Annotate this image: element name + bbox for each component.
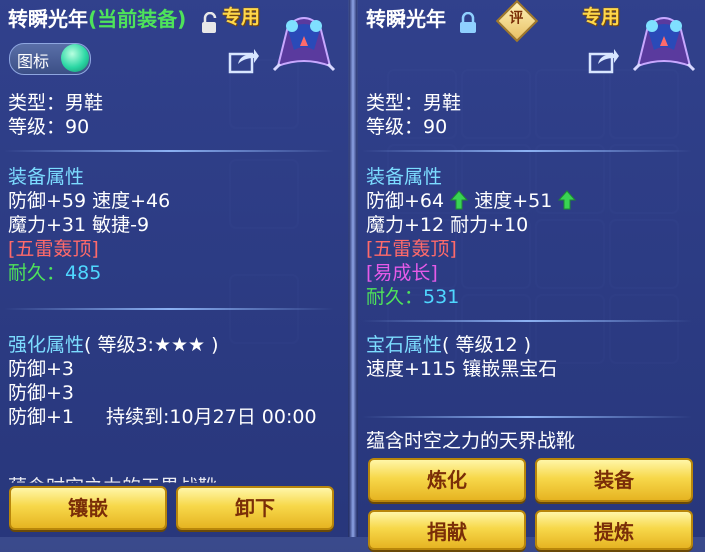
attr-line-1: 防御+59 速度+46: [8, 190, 171, 212]
up-arrow-icon: [450, 190, 469, 210]
divider: [4, 308, 334, 310]
donate-button[interactable]: 捐献: [368, 510, 526, 550]
durability-line: 耐久：531: [366, 286, 460, 308]
equip-button[interactable]: 装备: [535, 458, 693, 502]
attr-line-2: 魔力+31 敏捷-9: [8, 214, 150, 236]
special-skill: [五雷轰顶]: [8, 238, 99, 260]
type-line: 类型：男鞋: [366, 92, 462, 114]
attr-line-1: 防御+64 速度+51: [366, 190, 577, 212]
divider: [4, 150, 334, 152]
exclusive-badge: 专用: [222, 6, 261, 28]
refine-button[interactable]: 炼化: [368, 458, 526, 502]
special-skill: [五雷轰顶]: [366, 238, 457, 260]
attr-speed: 速度+51: [474, 190, 553, 212]
share-icon[interactable]: [588, 46, 620, 74]
durability-line: 耐久：485: [8, 262, 102, 284]
attr-header: 装备属性: [366, 166, 443, 188]
enhance-line-2: 防御+3: [8, 382, 75, 404]
boots-item-icon[interactable]: [630, 6, 698, 74]
attr-line-2: 魔力+12 耐力+10: [366, 214, 529, 236]
durability-value: 531: [423, 286, 460, 308]
unequip-button[interactable]: 卸下: [176, 486, 334, 530]
attr-defense: 防御+64: [366, 190, 445, 212]
item-description: 蕴含时空之力的天界战靴: [366, 430, 576, 452]
compare-equipment-panel: 转瞬光年 评 专用 类型：男鞋 等级：90 装备属性 防御+64 速度+51 魔…: [358, 0, 705, 550]
gem-line: 速度+115 镶嵌黑宝石: [366, 358, 558, 380]
exclusive-badge: 专用: [582, 6, 621, 28]
panel-divider: [349, 0, 357, 537]
enhance-line-3: 防御+1: [8, 406, 75, 428]
review-icon[interactable]: 评: [495, 0, 539, 43]
divider: [362, 150, 692, 152]
icon-toggle-label: 图标: [17, 52, 50, 71]
special-effect: [易成长]: [366, 262, 438, 284]
durability-value: 485: [65, 262, 102, 284]
item-title: 转瞬光年(当前装备): [8, 7, 187, 31]
equipped-status: (当前装备): [88, 7, 187, 31]
inlay-button[interactable]: 镶嵌: [9, 486, 167, 530]
divider: [362, 320, 692, 322]
item-title: 转瞬光年: [366, 7, 446, 31]
lock-closed-icon[interactable]: [458, 12, 478, 34]
boots-item-icon[interactable]: [270, 6, 338, 74]
enhance-duration: 持续到:10月27日 00:00: [106, 406, 317, 428]
divider: [362, 416, 692, 418]
current-equipment-panel: 转瞬光年(当前装备) 专用 图标 类型：男鞋 等级：90 装备属性 防御+59 …: [0, 0, 348, 537]
gem-header: 宝石属性( 等级12 ): [366, 334, 532, 356]
toggle-knob: [61, 44, 89, 72]
share-icon[interactable]: [228, 46, 260, 74]
attr-header: 装备属性: [8, 166, 85, 188]
lock-open-icon[interactable]: [200, 12, 220, 34]
icon-toggle[interactable]: 图标: [9, 43, 91, 75]
level-line: 等级：90: [8, 116, 90, 138]
enhance-line-1: 防御+3: [8, 358, 75, 380]
up-arrow-icon: [558, 190, 577, 210]
extract-button[interactable]: 提炼: [535, 510, 693, 550]
level-line: 等级：90: [366, 116, 448, 138]
enhance-header: 强化属性( 等级3:★★★ ): [8, 334, 219, 356]
type-line: 类型：男鞋: [8, 92, 104, 114]
enhance-level: ( 等级3:★★★ ): [84, 334, 219, 356]
gem-level: ( 等级12 ): [442, 334, 532, 356]
